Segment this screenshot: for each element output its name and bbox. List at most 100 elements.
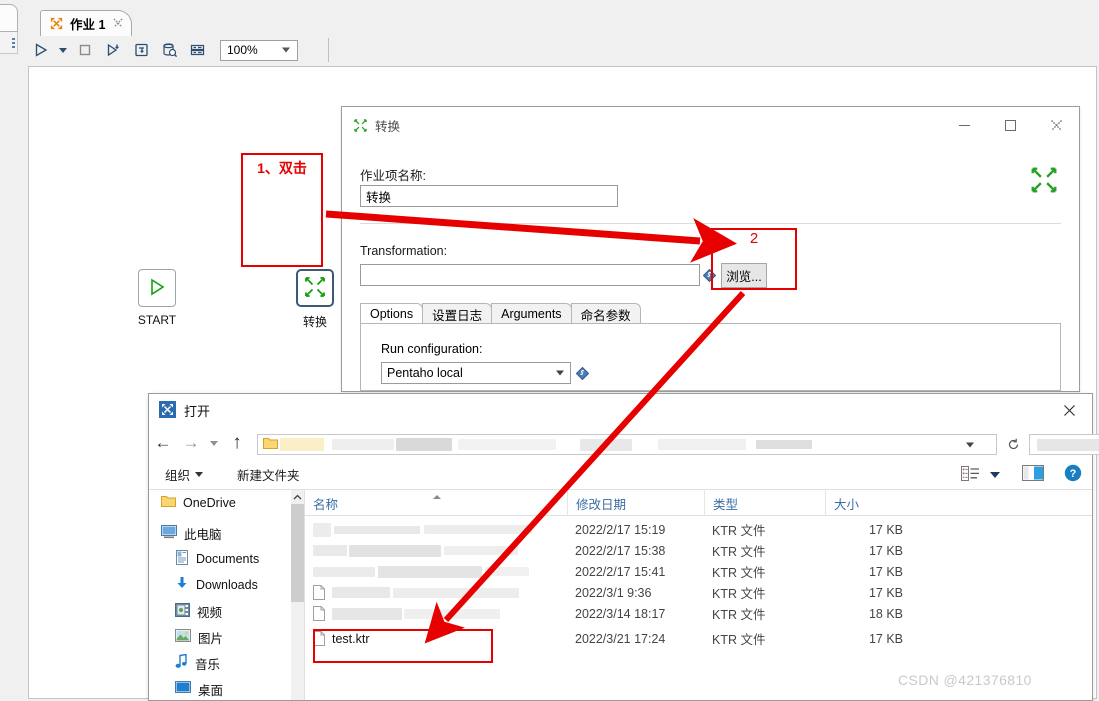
transformation-arrows-icon (303, 275, 327, 302)
places-sidebar: OneDrive 此电脑 Documents Downloads 视频 图片 音… (149, 490, 304, 700)
open-dialog-title: 打开 (184, 404, 211, 419)
column-header-size[interactable]: 大小 (825, 490, 915, 516)
table-row[interactable]: 2022/3/14 18:17 KTR 文件 18 KB (305, 603, 1092, 624)
sidebar-item-label: 音乐 (195, 657, 221, 672)
command-bar: 组织 新建文件夹 (149, 459, 1092, 490)
chevron-down-icon[interactable] (990, 471, 1000, 478)
zoom-level-value: 100% (227, 43, 258, 57)
run-icon[interactable] (28, 38, 54, 62)
sidebar-item-onedrive[interactable]: OneDrive (149, 490, 304, 516)
file-name-cell (313, 582, 563, 603)
sidebar-item-pictures[interactable]: 图片 (149, 624, 304, 650)
sidebar-item-label: 视频 (197, 605, 223, 620)
arrow-right-icon[interactable]: → (177, 427, 205, 459)
file-name-redacted (313, 545, 347, 556)
run-configuration-label: Run configuration: (381, 342, 483, 356)
inspect-data-icon[interactable] (156, 38, 182, 62)
arrow-left-icon[interactable]: ← (149, 427, 177, 459)
open-dialog-titlebar[interactable]: 打开 (149, 394, 1092, 427)
debug-icon[interactable] (128, 38, 154, 62)
play-triangle-icon (146, 276, 168, 301)
file-name-redacted (485, 567, 529, 576)
zoom-level-combo[interactable]: 100% (220, 39, 298, 61)
sidebar-item-label: 此电脑 (184, 527, 222, 542)
tab-named-params[interactable]: 命名参数 (570, 303, 641, 324)
file-size-cell: 17 KB (868, 585, 903, 600)
chevron-down-icon[interactable] (56, 38, 70, 62)
job-entry-start[interactable]: START (129, 269, 185, 327)
maximize-icon[interactable] (987, 107, 1033, 143)
tab-job-1[interactable]: 作业 1 (40, 10, 133, 36)
tab-logging[interactable]: 设置日志 (422, 303, 493, 324)
preview-pane-icon[interactable] (1022, 465, 1044, 484)
new-folder-label: 新建文件夹 (237, 468, 300, 483)
scroll-up-icon[interactable] (291, 490, 304, 504)
chevron-down-icon (195, 471, 204, 477)
dialog-tab-strip: Options 设置日志 Arguments 命名参数 (360, 303, 1061, 324)
left-panel-body (0, 32, 18, 54)
column-header-name[interactable]: 名称 (305, 490, 567, 516)
file-type-cell: KTR 文件 (712, 587, 766, 601)
minimize-icon[interactable] (941, 107, 987, 143)
job-entry-transformation[interactable]: 转换 (287, 269, 343, 330)
sidebar-scrollbar[interactable] (291, 490, 304, 700)
tab-arguments[interactable]: Arguments (491, 303, 572, 324)
kettle-app-icon (159, 400, 176, 421)
file-name-redacted (349, 544, 441, 557)
file-type-cell: KTR 文件 (712, 545, 766, 559)
sidebar-item-this-pc[interactable]: 此电脑 (149, 520, 304, 546)
path-redacted (580, 438, 632, 451)
chevron-down-icon[interactable] (966, 442, 974, 447)
new-folder-button[interactable]: 新建文件夹 (229, 465, 308, 484)
table-row[interactable]: 2022/3/1 9:36 KTR 文件 17 KB (305, 582, 1092, 603)
file-modified-cell: 2022/3/21 17:24 (575, 631, 666, 646)
sidebar-item-documents[interactable]: Documents (149, 546, 304, 572)
file-size-cell: 17 KB (868, 631, 903, 646)
tab-options-label: Options (370, 307, 414, 321)
refresh-icon[interactable] (1004, 434, 1022, 455)
left-panel-tab[interactable] (0, 4, 18, 32)
help-icon[interactable]: ? (1064, 464, 1082, 485)
open-file-dialog: 打开 ← → ↑ 组织 新建文件夹 ? OneDrive 此电脑 Documen… (148, 393, 1099, 701)
file-name-redacted (404, 608, 500, 619)
job-name-input[interactable]: 转换 (360, 185, 618, 207)
close-icon[interactable] (1033, 107, 1079, 143)
transformation-node-label: 转换 (302, 315, 327, 329)
tab-options[interactable]: Options (360, 303, 424, 324)
file-size-cell: 17 KB (868, 543, 903, 558)
list-view-icon[interactable] (961, 465, 980, 484)
tab-pane-options: Run configuration: Pentaho local (360, 323, 1061, 391)
start-node-box (138, 269, 176, 307)
organize-menu[interactable]: 组织 (157, 465, 211, 484)
column-header-type[interactable]: 类型 (704, 490, 825, 516)
path-redacted (458, 439, 556, 450)
table-row[interactable]: 2022/2/17 15:38 KTR 文件 17 KB (305, 540, 1092, 561)
arrow-up-icon[interactable]: ↑ (223, 427, 251, 459)
sidebar-item-videos[interactable]: 视频 (149, 598, 304, 624)
preview-icon[interactable] (100, 38, 126, 62)
close-icon[interactable] (1046, 394, 1092, 427)
path-breadcrumb-bar[interactable] (257, 434, 997, 455)
table-row[interactable]: 2022/2/17 15:19 KTR 文件 17 KB (305, 519, 1092, 540)
tab-close-icon[interactable] (113, 18, 123, 30)
sidebar-item-downloads[interactable]: Downloads (149, 572, 304, 598)
run-configuration-select[interactable]: Pentaho local (381, 362, 571, 384)
transformation-input[interactable] (360, 264, 700, 286)
search-input[interactable] (1029, 434, 1099, 455)
sidebar-item-music[interactable]: 音乐 (149, 650, 304, 676)
grid-icon[interactable] (184, 38, 210, 62)
scrollbar-thumb[interactable] (291, 504, 304, 602)
sidebar-item-desktop[interactable]: 桌面 (149, 676, 304, 700)
kettle-job-icon (49, 16, 64, 31)
dialog-titlebar[interactable]: 转换 (342, 107, 1079, 143)
path-redacted (332, 439, 394, 450)
chevron-down-icon[interactable] (205, 427, 223, 459)
stop-icon[interactable] (72, 38, 98, 62)
path-redacted (756, 440, 812, 449)
file-size-cell: 18 KB (868, 606, 903, 621)
column-header-type-label: 类型 (713, 497, 739, 512)
search-redacted (1037, 438, 1099, 451)
variable-diamond-icon[interactable] (575, 366, 590, 381)
column-header-modified[interactable]: 修改日期 (567, 490, 704, 516)
table-row[interactable]: 2022/2/17 15:41 KTR 文件 17 KB (305, 561, 1092, 582)
